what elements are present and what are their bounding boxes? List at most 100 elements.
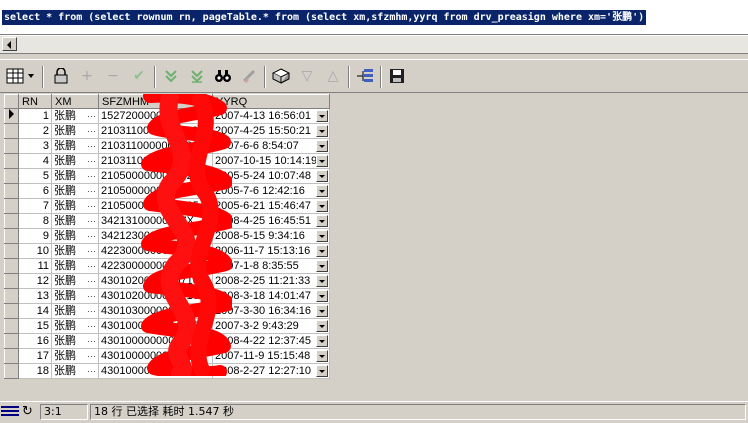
ellipsis-button-icon[interactable]: ··· [87, 124, 96, 138]
table-row[interactable]: 8 张鹏 ··· 34213100000097X 2008-4-25 16:45:51 [4, 213, 330, 229]
row-indicator[interactable] [4, 123, 19, 139]
cell-sfzmhm[interactable]: 2103110000000039 [98, 153, 213, 169]
cell-sfzmhm[interactable]: 2105000000000625 [98, 168, 213, 184]
cell-xm[interactable]: 张鹏 ··· [51, 213, 99, 229]
cell-yyrq[interactable]: 2007-3-30 16:34:16 [212, 303, 330, 319]
cell-rn[interactable]: 9 [18, 228, 52, 244]
delete-record-icon[interactable]: − [102, 66, 124, 86]
cell-yyrq[interactable]: 2008-3-18 14:01:47 [212, 288, 330, 304]
chevron-down-icon[interactable] [316, 365, 328, 377]
chevron-down-icon[interactable] [316, 275, 328, 287]
cell-sfzmhm[interactable]: 4301000000000448 [98, 348, 213, 364]
column-header-sfzmhm[interactable]: SFZMHM [98, 94, 213, 109]
chevron-down-icon[interactable] [316, 110, 328, 122]
table-row[interactable]: 2 张鹏 ··· 2103110000000039 2007-4-25 15:50:21 [4, 123, 330, 139]
cell-rn[interactable]: 1 [18, 108, 52, 124]
row-indicator[interactable] [4, 228, 19, 244]
table-row[interactable]: 18 张鹏 ··· 4301000000000319 2008-2-27 12:27:1… [4, 363, 330, 379]
chevron-down-icon[interactable] [316, 140, 328, 152]
cell-sfzmhm[interactable]: 4301000000004036 [98, 333, 213, 349]
column-header-xm[interactable]: XM [51, 94, 99, 109]
cell-rn[interactable]: 7 [18, 198, 52, 214]
cell-yyrq[interactable]: 2008-2-25 11:21:33 [212, 273, 330, 289]
cell-sfzmhm[interactable]: 2105000000000625 [98, 198, 213, 214]
cell-yyrq[interactable]: 2006-11-7 15:13:16 [212, 243, 330, 259]
cell-xm[interactable]: 张鹏 ··· [51, 183, 99, 199]
table-row[interactable]: 14 张鹏 ··· 4301030000004036 2007-3-30 16:34:1… [4, 303, 330, 319]
table-row[interactable]: 4 张鹏 ··· 2103110000000039 2007-10-15 10:14:1… [4, 153, 330, 169]
chevron-down-icon[interactable] [316, 155, 328, 167]
ellipsis-button-icon[interactable]: ··· [87, 199, 96, 213]
cell-xm[interactable]: 张鹏 ··· [51, 153, 99, 169]
cell-sfzmhm[interactable]: 2103110000000039 [98, 123, 213, 139]
clear-filter-icon[interactable] [238, 66, 260, 86]
row-indicator[interactable] [4, 333, 19, 349]
table-row[interactable]: 16 张鹏 ··· 4301000000004036 2008-4-22 12:37:4… [4, 333, 330, 349]
row-indicator[interactable] [4, 168, 19, 184]
column-header-rn[interactable]: RN [18, 94, 52, 109]
ellipsis-button-icon[interactable]: ··· [87, 274, 96, 288]
cell-yyrq[interactable]: 2005-7-6 12:42:16 [212, 183, 330, 199]
ellipsis-button-icon[interactable]: ··· [87, 214, 96, 228]
table-row[interactable]: 12 张鹏 ··· 4301020000000710 2008-2-25 11:21:3… [4, 273, 330, 289]
cell-rn[interactable]: 8 [18, 213, 52, 229]
cell-rn[interactable]: 18 [18, 363, 52, 379]
cell-rn[interactable]: 3 [18, 138, 52, 154]
cell-rn[interactable]: 11 [18, 258, 52, 274]
cell-yyrq[interactable]: 2007-3-2 9:43:29 [212, 318, 330, 334]
cell-rn[interactable]: 12 [18, 273, 52, 289]
ellipsis-button-icon[interactable]: ··· [87, 364, 96, 378]
cell-xm[interactable]: 张鹏 ··· [51, 243, 99, 259]
cell-rn[interactable]: 5 [18, 168, 52, 184]
cell-sfzmhm[interactable]: 4301020000000710 [98, 273, 213, 289]
cell-rn[interactable]: 14 [18, 303, 52, 319]
table-row[interactable]: 5 张鹏 ··· 2105000000000625 2005-5-24 10:07:48 [4, 168, 330, 184]
chevron-down-icon[interactable] [316, 170, 328, 182]
row-indicator[interactable] [4, 348, 19, 364]
ellipsis-button-icon[interactable]: ··· [87, 319, 96, 333]
scroll-left-arrow-icon[interactable] [2, 37, 17, 51]
table-row[interactable]: 17 张鹏 ··· 4301000000000448 2007-11-9 15:15:4… [4, 348, 330, 364]
fetch-next-icon[interactable] [160, 66, 182, 86]
cell-xm[interactable]: 张鹏 ··· [51, 303, 99, 319]
chevron-down-icon[interactable] [316, 125, 328, 137]
column-header-yyrq[interactable]: YYRQ [212, 94, 330, 109]
cell-yyrq[interactable]: 2007-4-25 15:50:21 [212, 123, 330, 139]
chevron-down-icon[interactable] [316, 320, 328, 332]
row-indicator[interactable] [4, 183, 19, 199]
chevron-down-icon[interactable] [316, 185, 328, 197]
cell-rn[interactable]: 16 [18, 333, 52, 349]
cell-yyrq[interactable]: 2005-6-21 15:46:47 [212, 198, 330, 214]
ellipsis-button-icon[interactable]: ··· [87, 259, 96, 273]
cell-yyrq[interactable]: 2008-4-25 16:45:51 [212, 213, 330, 229]
row-indicator[interactable] [4, 138, 19, 154]
cell-sfzmhm[interactable]: 4301020000000710 [98, 288, 213, 304]
cell-yyrq[interactable]: 2008-4-22 12:37:45 [212, 333, 330, 349]
cell-rn[interactable]: 6 [18, 183, 52, 199]
cell-xm[interactable]: 张鹏 ··· [51, 273, 99, 289]
ellipsis-button-icon[interactable]: ··· [87, 154, 96, 168]
table-row[interactable]: 15 张鹏 ··· 4301000000004036 2007-3-2 9:43:29 [4, 318, 330, 334]
table-row[interactable]: 7 张鹏 ··· 2105000000000625 2005-6-21 15:46:47 [4, 198, 330, 214]
chevron-down-icon[interactable] [316, 290, 328, 302]
cell-yyrq[interactable]: 2007-11-9 15:15:48 [212, 348, 330, 364]
cell-xm[interactable]: 张鹏 ··· [51, 168, 99, 184]
row-indicator[interactable] [4, 363, 19, 379]
ellipsis-button-icon[interactable]: ··· [87, 349, 96, 363]
save-icon[interactable] [386, 66, 408, 86]
cell-rn[interactable]: 2 [18, 123, 52, 139]
cell-yyrq[interactable]: 2007-6-6 8:54:07 [212, 138, 330, 154]
cell-rn[interactable]: 13 [18, 288, 52, 304]
table-row[interactable]: 11 张鹏 ··· 4223000000001232 2007-1-8 8:35:55 [4, 258, 330, 274]
cell-xm[interactable]: 张鹏 ··· [51, 228, 99, 244]
ellipsis-button-icon[interactable]: ··· [87, 244, 96, 258]
cell-xm[interactable]: 张鹏 ··· [51, 258, 99, 274]
table-row[interactable]: 1 张鹏 ··· 1527200000000018 2007-4-13 16:56:01 [4, 108, 330, 124]
add-record-icon[interactable]: + [76, 66, 98, 86]
editor-horizontal-scrollbar[interactable] [0, 35, 748, 54]
chevron-down-icon[interactable] [316, 215, 328, 227]
cell-xm[interactable]: 张鹏 ··· [51, 318, 99, 334]
cell-sfzmhm[interactable]: 34212300000097X [98, 228, 213, 244]
cell-yyrq[interactable]: 2007-10-15 10:14:19 [212, 153, 330, 169]
cell-sfzmhm[interactable]: 1527200000000018 [98, 108, 213, 124]
